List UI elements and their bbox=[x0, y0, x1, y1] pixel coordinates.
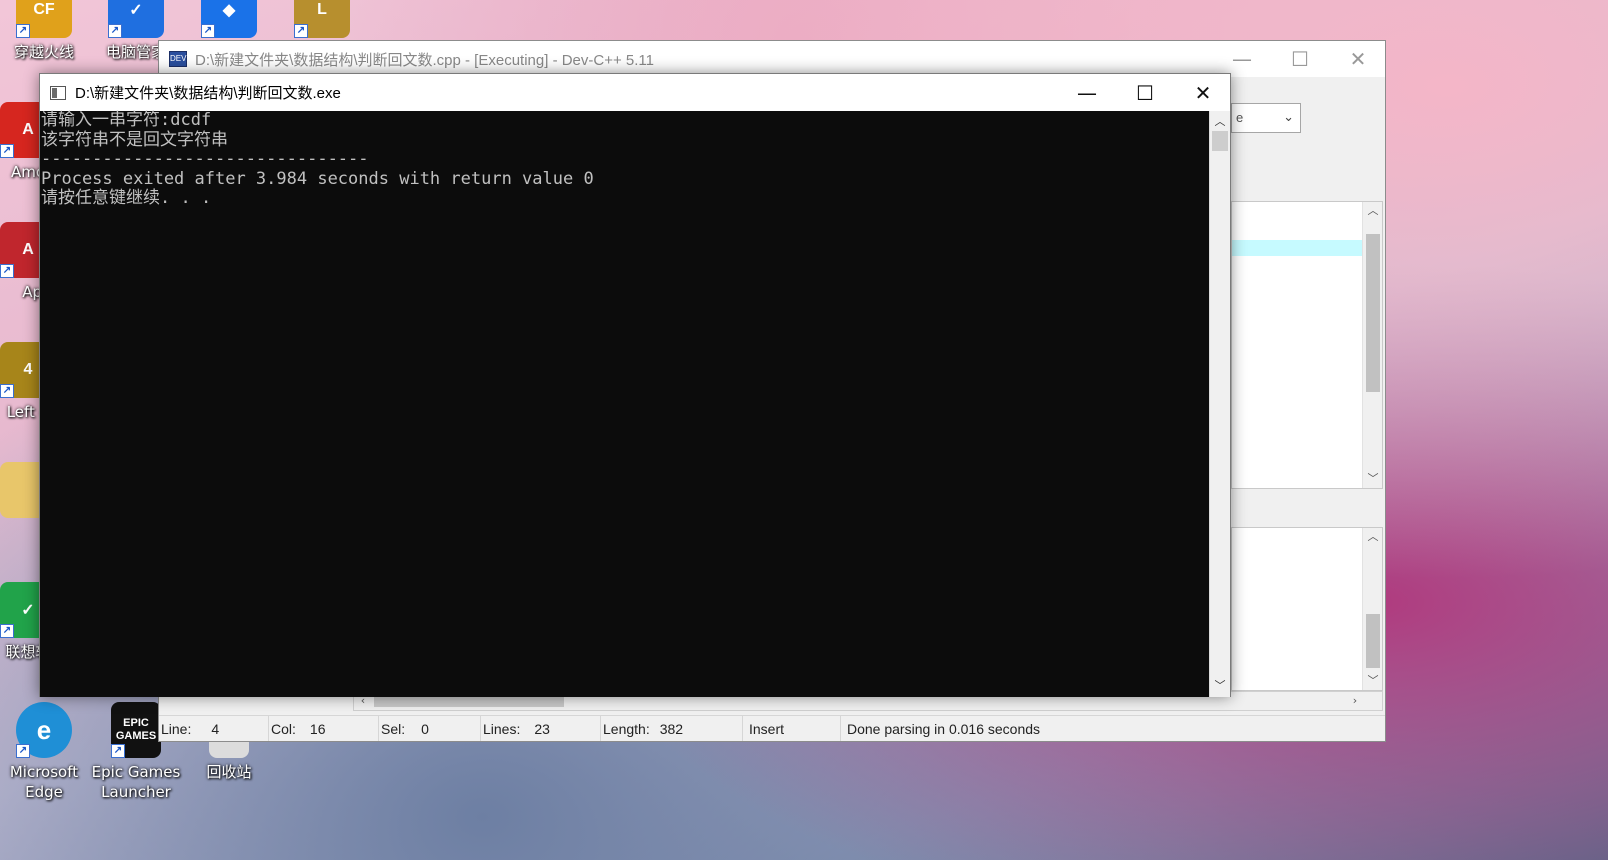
status-line: Line: 4 bbox=[159, 716, 269, 741]
desktop-icon-crossfire[interactable]: CF ↗ 穿越火线 bbox=[0, 0, 90, 62]
devcpp-titlebar[interactable]: DEV D:\新建文件夹\数据结构\判断回文数.cpp - [Executing… bbox=[159, 41, 1385, 77]
desktop-icon-label: Epic Games Launcher bbox=[91, 763, 181, 801]
console-output[interactable]: 请输入一串字符:dcdf 该字符串不是回文字符串 ---------------… bbox=[40, 110, 1210, 697]
minimize-icon: — bbox=[1077, 80, 1097, 105]
devcpp-app-icon: DEV bbox=[169, 51, 187, 67]
console-close-button[interactable]: ✕ bbox=[1174, 74, 1232, 111]
maximize-icon: ☐ bbox=[1291, 47, 1309, 71]
code-editor[interactable]: ︿ ﹀ bbox=[1231, 201, 1383, 489]
devcpp-maximize-button[interactable]: ☐ bbox=[1271, 41, 1329, 77]
current-line-highlight bbox=[1232, 240, 1362, 256]
scroll-down-icon[interactable]: ﹀ bbox=[1363, 672, 1383, 690]
shortcut-arrow-icon: ↗ bbox=[16, 744, 30, 758]
shortcut-arrow-icon: ↗ bbox=[0, 144, 14, 158]
desktop-icon-label: 回收站 bbox=[206, 763, 252, 781]
console-minimize-button[interactable]: — bbox=[1058, 74, 1116, 111]
scroll-thumb[interactable] bbox=[1366, 614, 1380, 668]
scroll-right-icon[interactable]: › bbox=[1346, 692, 1364, 710]
scroll-up-icon[interactable]: ︿ bbox=[1210, 113, 1230, 131]
shortcut-arrow-icon: ↗ bbox=[0, 384, 14, 398]
desktop-icon-label: 穿越火线 bbox=[13, 43, 74, 61]
console-app-icon bbox=[50, 85, 66, 100]
shortcut-arrow-icon: ↗ bbox=[201, 24, 215, 38]
shortcut-arrow-icon: ↗ bbox=[108, 24, 122, 38]
shield-check-icon: ✓ ↗ bbox=[108, 0, 164, 38]
scroll-thumb[interactable] bbox=[1212, 131, 1228, 151]
shortcut-arrow-icon: ↗ bbox=[111, 744, 125, 758]
app-blue-icon: ◆ ↗ bbox=[201, 0, 257, 38]
shortcut-arrow-icon: ↗ bbox=[16, 24, 30, 38]
scroll-up-icon[interactable]: ︿ bbox=[1363, 528, 1383, 546]
status-mode: Insert bbox=[743, 716, 841, 741]
minimize-icon: — bbox=[1232, 47, 1252, 71]
chevron-down-icon: ⌄ bbox=[1283, 109, 1294, 124]
console-window-title: D:\新建文件夹\数据结构\判断回文数.exe bbox=[75, 85, 341, 102]
maximize-icon: ☐ bbox=[1136, 80, 1154, 105]
console-vertical-scrollbar[interactable]: ︿ ﹀ bbox=[1209, 111, 1230, 697]
console-maximize-button[interactable]: ☐ bbox=[1116, 74, 1174, 111]
console-window[interactable]: D:\新建文件夹\数据结构\判断回文数.exe — ☐ ✕ 请输入一串字符:dc… bbox=[39, 73, 1231, 697]
devcpp-window-title: D:\新建文件夹\数据结构\判断回文数.cpp - [Executing] - … bbox=[195, 51, 654, 69]
shortcut-arrow-icon: ↗ bbox=[0, 264, 14, 278]
scroll-up-icon[interactable]: ︿ bbox=[1363, 202, 1383, 220]
shortcut-arrow-icon: ↗ bbox=[294, 24, 308, 38]
desktop-icon-edge[interactable]: e ↗ Microsoft Edge bbox=[0, 702, 90, 802]
status-bar: Line: 4 Col: 16 Sel: 0 Lines: 23 Length:… bbox=[159, 715, 1385, 741]
desktop-icon-app-blue[interactable]: ◆ ↗ bbox=[183, 0, 275, 38]
status-lines: Lines: 23 bbox=[481, 716, 601, 741]
epic-games-icon: EPIC GAMES ↗ bbox=[111, 702, 161, 758]
desktop-icon-league[interactable]: L ↗ bbox=[276, 0, 368, 38]
status-sel: Sel: 0 bbox=[379, 716, 481, 741]
devcpp-minimize-button[interactable]: — bbox=[1213, 41, 1271, 77]
function-combo-value: e bbox=[1236, 110, 1244, 125]
status-message: Done parsing in 0.016 seconds bbox=[847, 720, 1041, 737]
log-vertical-scrollbar[interactable]: ︿ ﹀ bbox=[1362, 528, 1382, 690]
desktop-icon-label: Microsoft Edge bbox=[9, 763, 79, 801]
status-col: Col: 16 bbox=[269, 716, 379, 741]
compile-log-pane[interactable]: ︿ ﹀ bbox=[1231, 527, 1383, 691]
scroll-thumb[interactable] bbox=[1366, 234, 1380, 392]
scroll-down-icon[interactable]: ﹀ bbox=[1363, 470, 1383, 488]
devcpp-close-button[interactable]: ✕ bbox=[1329, 41, 1387, 77]
scroll-down-icon[interactable]: ﹀ bbox=[1210, 677, 1230, 695]
close-icon: ✕ bbox=[1349, 47, 1367, 71]
function-combo[interactable]: e ⌄ bbox=[1231, 103, 1301, 133]
close-icon: ✕ bbox=[1194, 80, 1212, 105]
shortcut-arrow-icon: ↗ bbox=[0, 624, 14, 638]
crossfire-icon: CF ↗ bbox=[16, 0, 72, 38]
league-icon: L ↗ bbox=[294, 0, 350, 38]
edge-icon: e ↗ bbox=[16, 702, 72, 758]
console-titlebar[interactable]: D:\新建文件夹\数据结构\判断回文数.exe bbox=[40, 74, 1230, 111]
editor-vertical-scrollbar[interactable]: ︿ ﹀ bbox=[1362, 202, 1382, 488]
status-length: Length: 382 bbox=[601, 716, 743, 741]
